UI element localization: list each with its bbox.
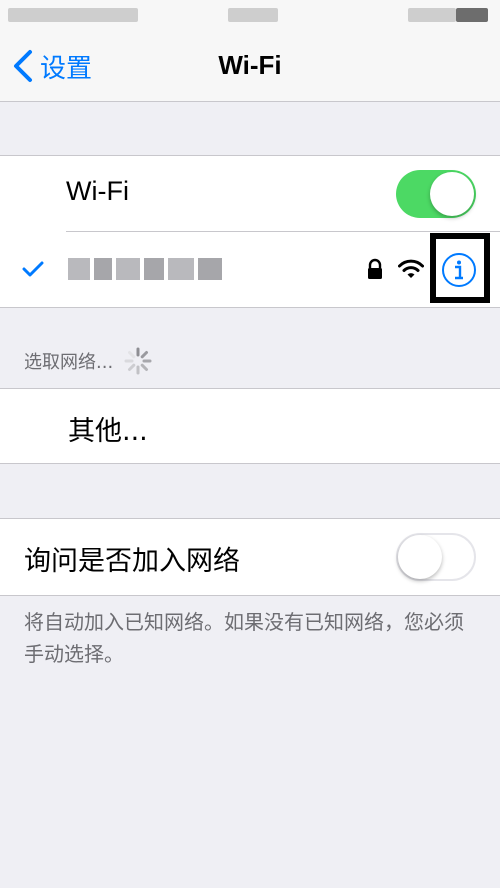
wifi-label: Wi-Fi <box>66 176 129 206</box>
network-name-obscured <box>68 258 232 280</box>
status-carrier-blur <box>8 8 138 22</box>
loading-spinner-icon <box>124 347 152 375</box>
choose-network-label: 选取网络... <box>24 352 114 373</box>
page-title: Wi-Fi <box>218 50 282 80</box>
ask-to-join-label: 询问是否加入网络 <box>24 546 240 577</box>
checkmark-icon <box>22 261 44 277</box>
toggle-knob <box>398 535 442 579</box>
section-header-choose-network: 选取网络... <box>24 346 153 376</box>
navigation-bar: 设置 Wi-Fi <box>0 30 500 102</box>
wifi-toggle-row: Wi-Fi <box>0 156 500 232</box>
ask-to-join-row: 询问是否加入网络 <box>0 519 500 595</box>
battery-icon <box>456 8 488 22</box>
wifi-signal-icon <box>398 259 424 278</box>
toggle-knob <box>430 172 474 216</box>
other-network-label: 其他... <box>68 416 148 447</box>
status-time-blur <box>228 8 278 22</box>
connected-network-row[interactable] <box>0 232 500 308</box>
wifi-toggle[interactable] <box>396 170 476 218</box>
ask-to-join-footer: 将自动加入已知网络。如果没有已知网络，您必须手动选择。 <box>24 610 464 666</box>
lock-icon <box>368 258 382 279</box>
status-battery-blur <box>408 8 456 22</box>
ask-to-join-toggle[interactable] <box>396 533 476 581</box>
status-bar <box>0 0 500 30</box>
other-network-group: 其他... <box>0 388 500 464</box>
wifi-group: Wi-Fi <box>0 155 500 308</box>
other-network-row[interactable]: 其他... <box>0 389 500 463</box>
ask-to-join-group: 询问是否加入网络 <box>0 518 500 596</box>
info-circle-icon[interactable] <box>441 252 477 288</box>
